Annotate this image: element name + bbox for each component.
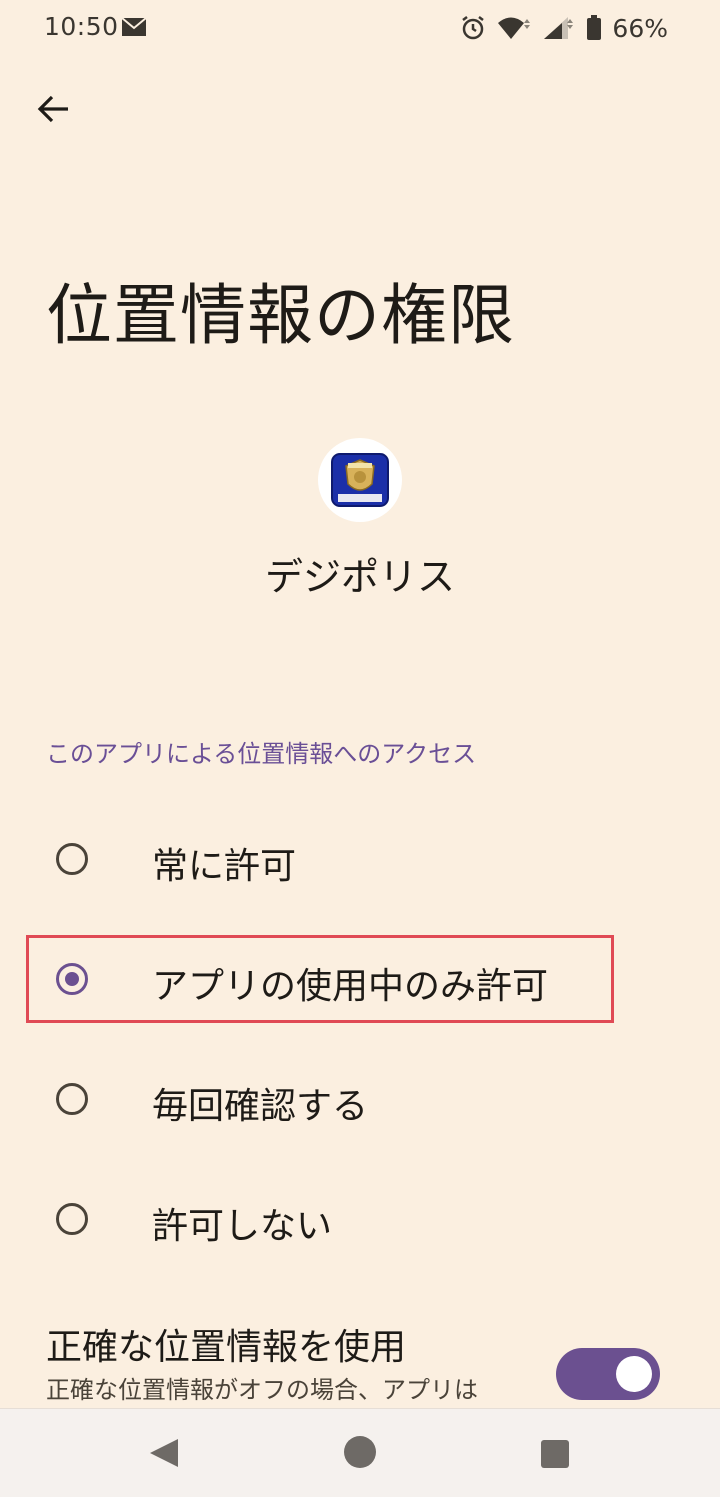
option-label: アプリの使用中のみ許可 <box>152 966 549 1007</box>
alarm-icon <box>462 16 485 40</box>
radio-button-selected[interactable] <box>56 963 88 995</box>
option-allow-while-using[interactable]: アプリの使用中のみ許可 <box>0 927 720 1037</box>
battery-percent: 66% <box>612 13 668 43</box>
status-icons: 66% <box>460 12 668 44</box>
battery-icon <box>587 15 602 40</box>
nav-back-icon[interactable] <box>148 1437 180 1469</box>
status-bar: 10:50 66% <box>0 0 720 56</box>
option-allow-always[interactable]: 常に許可 <box>0 807 720 917</box>
option-ask-every-time[interactable]: 毎回確認する <box>0 1047 720 1157</box>
radio-button[interactable] <box>56 1203 88 1235</box>
page-title: 位置情報の権限 <box>46 277 515 354</box>
option-label: 常に許可 <box>152 846 297 887</box>
precise-location-toggle[interactable] <box>556 1348 660 1400</box>
mail-icon <box>121 17 147 36</box>
option-label: 許可しない <box>152 1206 333 1247</box>
digi-police-badge-icon <box>331 453 389 507</box>
option-label: 毎回確認する <box>152 1086 369 1127</box>
radio-button[interactable] <box>56 1083 88 1115</box>
nav-home-icon[interactable] <box>343 1435 377 1469</box>
navigation-bar <box>0 1408 720 1497</box>
option-deny[interactable]: 許可しない <box>0 1167 720 1277</box>
toggle-thumb <box>616 1356 652 1392</box>
section-header: このアプリによる位置情報へのアクセス <box>46 740 477 768</box>
signal-icon <box>544 17 574 39</box>
status-time: 10:50 <box>44 12 119 41</box>
app-icon <box>318 438 402 522</box>
nav-recents-icon[interactable] <box>540 1439 570 1469</box>
wifi-icon <box>498 17 531 39</box>
precise-location-description: 正確な位置情報がオフの場合、アプリは <box>46 1376 478 1404</box>
back-button[interactable] <box>28 84 78 134</box>
app-name: デジポリス <box>264 555 455 599</box>
arrow-back-icon <box>37 95 68 123</box>
precise-location-title: 正確な位置情報を使用 <box>46 1327 407 1368</box>
radio-button[interactable] <box>56 843 88 875</box>
